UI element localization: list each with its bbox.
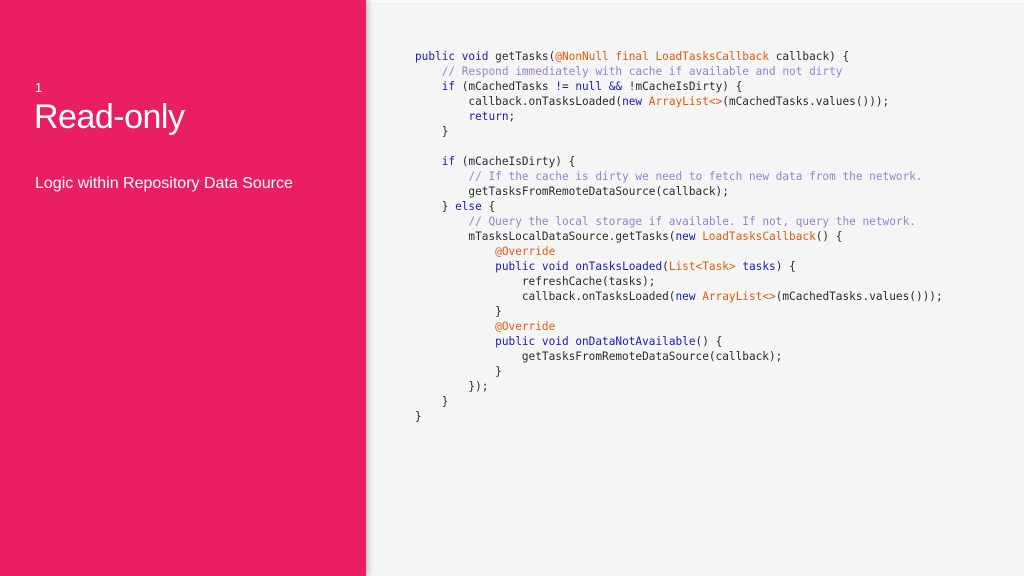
code-token: getTasks( (495, 50, 556, 63)
slide-subtitle: Logic within Repository Data Source (35, 175, 293, 192)
code-token: public void (495, 335, 576, 348)
code-token: } (415, 395, 449, 408)
code-token: ( (662, 260, 669, 273)
code-token: !mCacheIsDirty) { (628, 80, 743, 93)
code-token: }); (415, 380, 489, 393)
code-token: @NonNull final (555, 50, 656, 63)
code-token: } (415, 200, 456, 213)
code-token: refreshCache(tasks); (415, 275, 656, 288)
code-token: (mCachedTasks.values())); (722, 95, 890, 108)
slide-number: 1 (35, 80, 43, 95)
code-line: }); (415, 379, 943, 394)
code-line: if (mCachedTasks != null && !mCacheIsDir… (415, 79, 943, 94)
code-line: getTasksFromRemoteDataSource(callback); (415, 184, 943, 199)
code-token: new (622, 95, 649, 108)
code-token: ) { (775, 260, 796, 273)
code-token: List<Task> (668, 260, 743, 273)
code-token: (mCachedTasks.values())); (775, 290, 943, 303)
code-line: public void onDataNotAvailable() { (415, 334, 943, 349)
code-token: else (455, 200, 489, 213)
code-token: } (415, 410, 422, 423)
code-line: mTasksLocalDataSource.getTasks(new LoadT… (415, 229, 943, 244)
code-token: new (675, 230, 703, 243)
slide: 1 Read-only Logic within Repository Data… (0, 0, 1024, 576)
code-token: ; (508, 110, 516, 123)
code-line: public void onTasksLoaded(List<Task> tas… (415, 259, 943, 274)
code-token: (mCachedTasks (461, 80, 556, 93)
code-token: getTasksFromRemoteDataSource(callback); (415, 350, 783, 363)
code-line: callback.onTasksLoaded(new ArrayList<>(m… (415, 94, 943, 109)
code-line: return; (415, 109, 943, 124)
code-line: } (415, 304, 943, 319)
code-line: } (415, 409, 943, 424)
code-token: } (415, 125, 449, 138)
code-line: public void getTasks(@NonNull final Load… (415, 49, 943, 64)
code-token: // Respond immediately with cache if ava… (441, 65, 843, 78)
code-token: onTasksLoaded (575, 260, 663, 273)
code-token: if (441, 80, 462, 93)
code-token: LoadTasksCallback (655, 50, 776, 63)
code-line: // Query the local storage if available.… (415, 214, 943, 229)
top-divider (372, 0, 1024, 4)
code-line: @Override (415, 244, 943, 259)
code-token: public void (495, 260, 576, 273)
code-token: != null && (555, 80, 629, 93)
code-token: getTasksFromRemoteDataSource(callback); (415, 185, 729, 198)
code-line: if (mCacheIsDirty) { (415, 154, 943, 169)
code-line: getTasksFromRemoteDataSource(callback); (415, 349, 943, 364)
code-token: () { (815, 230, 843, 243)
code-token: if (441, 155, 462, 168)
code-token: // If the cache is dirty we need to fetc… (468, 170, 923, 183)
code-token: () { (695, 335, 723, 348)
code-token: // Query the local storage if available.… (468, 215, 916, 228)
code-token: ArrayList<> (648, 95, 723, 108)
code-line: } (415, 364, 943, 379)
code-line: @Override (415, 319, 943, 334)
code-token: LoadTasksCallback (702, 230, 816, 243)
code-token: public void (415, 50, 496, 63)
code-line: } (415, 394, 943, 409)
code-token: @Override (495, 245, 556, 258)
code-line: } (415, 124, 943, 139)
code-token: return (468, 110, 509, 123)
code-token: } (415, 365, 502, 378)
code-token: callback.onTasksLoaded( (415, 95, 623, 108)
code-line: callback.onTasksLoaded(new ArrayList<>(m… (415, 289, 943, 304)
code-token: callback) { (775, 50, 850, 63)
slide-title: Read-only (34, 98, 185, 136)
code-line: } else { (415, 199, 943, 214)
code-token: callback.onTasksLoaded( (415, 290, 676, 303)
code-line: refreshCache(tasks); (415, 274, 943, 289)
code-token: } (415, 305, 502, 318)
code-token: onDataNotAvailable (575, 335, 696, 348)
code-token: (mCacheIsDirty) { (461, 155, 576, 168)
code-token: ArrayList<> (702, 290, 776, 303)
code-token: { (488, 200, 496, 213)
title-panel: 1 Read-only Logic within Repository Data… (0, 0, 366, 576)
code-line: // If the cache is dirty we need to fetc… (415, 169, 943, 184)
code-token: @Override (495, 320, 556, 333)
code-block: public void getTasks(@NonNull final Load… (415, 49, 943, 424)
code-token: new (675, 290, 703, 303)
code-token: mTasksLocalDataSource.getTasks( (415, 230, 676, 243)
code-token: tasks (742, 260, 776, 273)
code-line: // Respond immediately with cache if ava… (415, 64, 943, 79)
